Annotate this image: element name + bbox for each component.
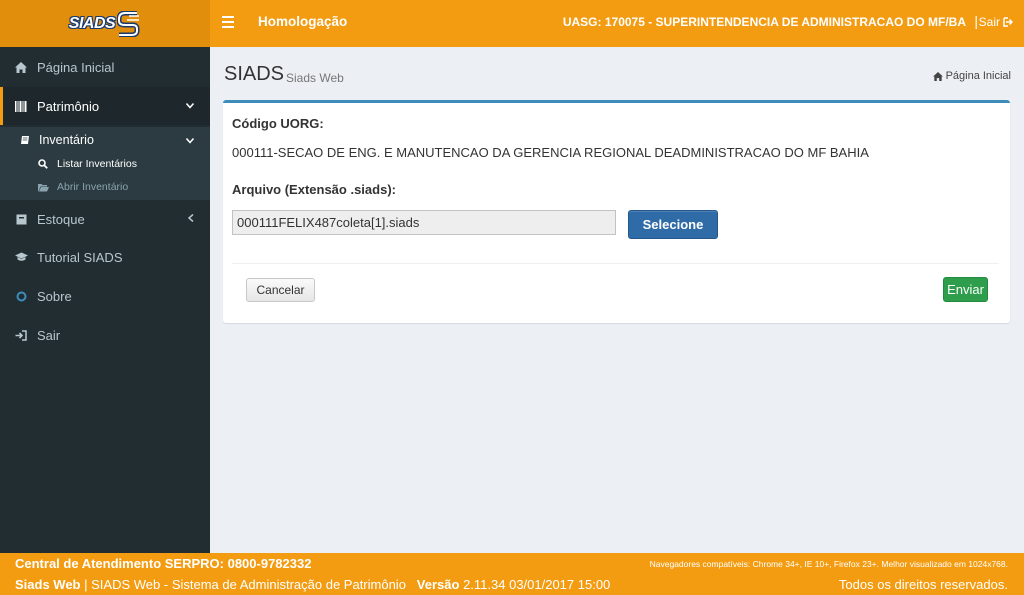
logout-link[interactable]: Sair: [979, 15, 1013, 29]
page-title: SIADS: [224, 63, 285, 85]
home-icon: [14, 61, 28, 73]
sidebar: Página Inicial Patrimônio Inventário Lis…: [0, 47, 210, 553]
header-separator: |: [974, 13, 978, 29]
sign-out-icon: [1003, 17, 1013, 27]
version-label: Versão: [416, 577, 460, 592]
select-file-button[interactable]: Selecione: [628, 210, 718, 239]
footer: Central de Atendimento SERPRO: 0800-9782…: [0, 553, 1024, 595]
graduation-cap-icon: [14, 252, 28, 262]
patrimonio-submenu: Inventário Listar Inventários Abrir Inve…: [0, 127, 210, 200]
uasg-label: UASG: 170075 - SUPERINTENDENCIA DE ADMIN…: [562, 15, 966, 29]
sidebar-item-label: Página Inicial: [37, 59, 115, 75]
support-phone: Central de Atendimento SERPRO: 0800-9782…: [15, 556, 312, 571]
sidebar-item-patrimonio[interactable]: Patrimônio: [0, 87, 210, 125]
sidebar-item-label: Sair: [37, 327, 61, 343]
barcode-icon: [14, 100, 28, 112]
siads-logo: SIADS: [68, 10, 141, 37]
sidebar-item-label: Patrimônio: [37, 98, 100, 114]
home-icon: [932, 71, 943, 81]
sidebar-item-estoque[interactable]: Estoque: [0, 200, 210, 238]
uorg-value: 000111-SECAO DE ENG. E MANUTENCAO DA GER…: [232, 145, 869, 160]
logout-label: Sair: [978, 15, 1000, 29]
send-button[interactable]: Enviar: [943, 277, 988, 302]
logo-emblem-icon: [117, 10, 140, 37]
sidebar-item-label: Abrir Inventário: [57, 181, 129, 193]
sidebar-item-abrir-inventario[interactable]: Abrir Inventário: [0, 178, 210, 196]
app-name: Siads Web: [15, 577, 81, 592]
chevron-left-icon: [187, 213, 194, 225]
logo-area[interactable]: SIADS: [0, 0, 210, 47]
sidebar-item-tutorial[interactable]: Tutorial SIADS: [0, 238, 210, 276]
logo-text: SIADS: [68, 14, 116, 32]
version-value: 2.11.34 03/01/2017 15:00: [463, 577, 611, 592]
sidebar-item-sobre[interactable]: Sobre: [0, 277, 210, 315]
upload-form-box: Código UORG: 000111-SECAO DE ENG. E MANU…: [223, 100, 1010, 323]
chevron-down-icon: [185, 133, 195, 147]
sidebar-item-label: Sobre: [37, 288, 72, 304]
uorg-label: Código UORG:: [232, 116, 324, 131]
sign-in-icon: [14, 329, 28, 341]
cancel-button[interactable]: Cancelar: [246, 278, 315, 302]
sidebar-item-label: Tutorial SIADS: [37, 249, 123, 265]
folder-open-icon: [37, 183, 49, 192]
box-icon: [14, 214, 28, 225]
sidebar-item-sair[interactable]: Sair: [0, 316, 210, 354]
page-subtitle: Siads Web: [286, 71, 344, 85]
sidebar-item-pagina-inicial[interactable]: Página Inicial: [0, 48, 210, 86]
chevron-down-icon: [185, 101, 195, 112]
breadcrumb-label: Página Inicial: [945, 70, 1011, 82]
circle-icon: [14, 291, 28, 302]
top-navbar: SIADS Homologação UASG: 170075 - SUPERIN…: [0, 0, 1024, 47]
sidebar-item-label: Estoque: [37, 211, 85, 227]
sidebar-item-inventario[interactable]: Inventário: [0, 131, 210, 149]
app-description: SIADS Web - Sistema de Administração de …: [91, 577, 406, 592]
environment-title: Homologação: [258, 14, 348, 29]
sidebar-item-label: Listar Inventários: [57, 158, 137, 170]
version-info: Siads Web | SIADS Web - Sistema de Admin…: [15, 577, 610, 592]
compatible-browsers: Navegadores compatíveis: Chrome 34+, IE …: [649, 559, 1008, 569]
sidebar-item-label: Inventário: [39, 133, 94, 147]
file-path-field[interactable]: [232, 210, 616, 235]
breadcrumb[interactable]: Página Inicial: [932, 70, 1011, 82]
search-icon: [37, 159, 49, 169]
sidebar-item-listar-inventarios[interactable]: Listar Inventários: [0, 155, 210, 173]
sidebar-toggle-button[interactable]: [222, 14, 236, 30]
form-divider: [232, 263, 999, 264]
book-icon: [19, 135, 31, 145]
rights-text: Todos os direitos reservados.: [838, 577, 1008, 592]
file-label: Arquivo (Extensão .siads):: [232, 182, 396, 197]
